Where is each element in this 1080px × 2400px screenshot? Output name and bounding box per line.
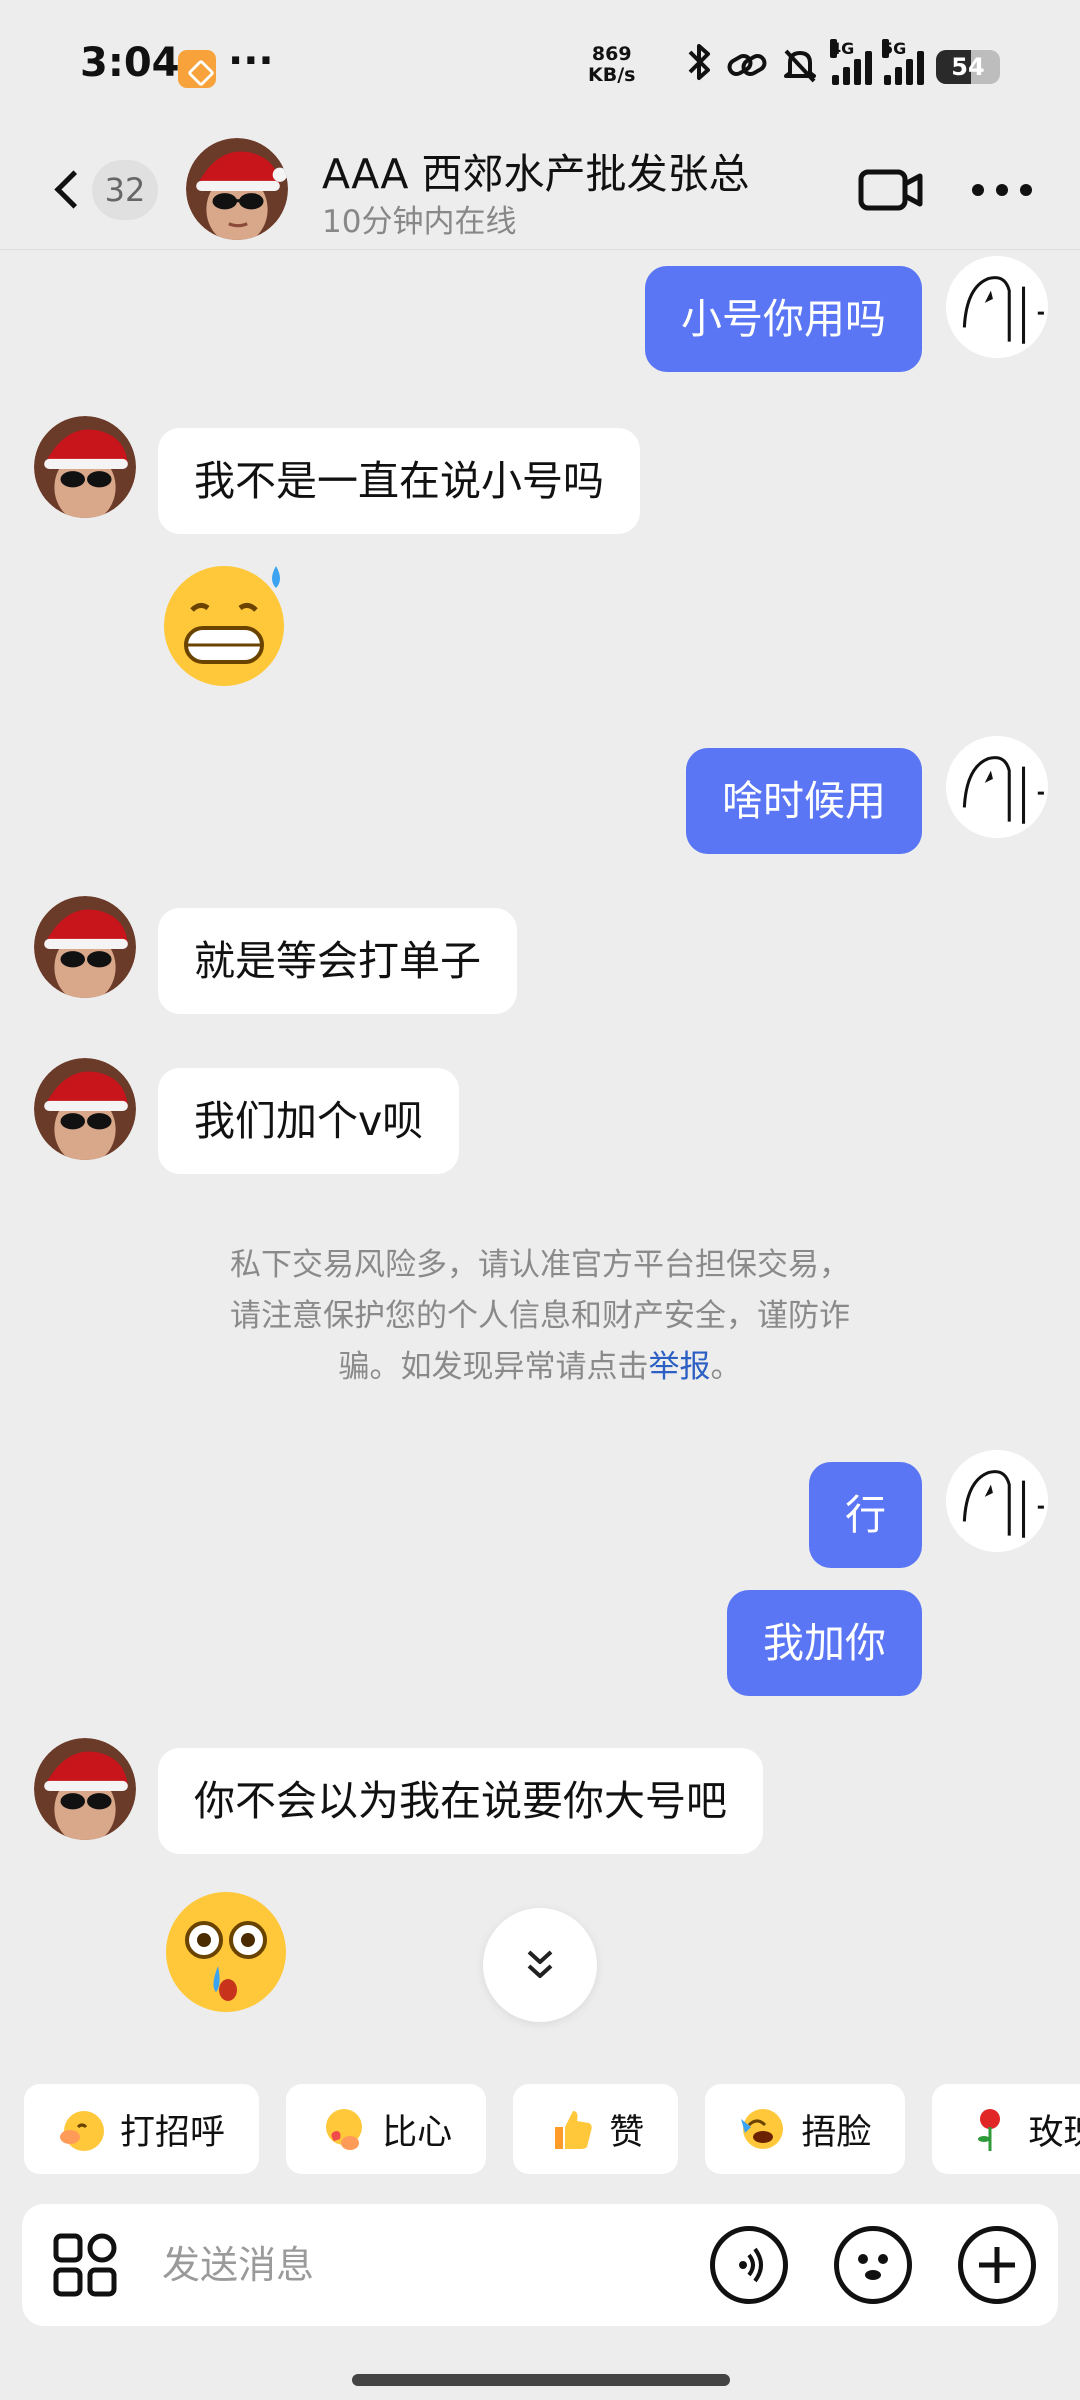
message-bubble-outgoing[interactable]: 我加你 [727,1590,922,1696]
more-options-icon[interactable] [970,170,1034,210]
finger-heart-emoji-icon [326,2109,363,2150]
double-chevron-down-icon [527,1950,553,1978]
my-avatar[interactable] [946,736,1048,838]
notice-text: 。 [710,1349,742,1385]
signal-4g-icon: 4G [830,38,872,85]
quick-reply-greet[interactable]: 打招呼 [24,2084,260,2174]
back-button[interactable] [50,160,90,220]
plus-button[interactable] [958,2226,1036,2304]
status-time: 3:04 [80,40,180,86]
quick-reply-heart[interactable]: 比心 [286,2084,487,2174]
quick-reply-label: 玫瑰 [1028,2112,1080,2153]
signal-5g-icon: 5G [882,38,924,85]
scroll-to-bottom-button[interactable] [483,1908,597,2022]
network-speed-unit: KB/s [588,64,636,86]
home-indicator[interactable] [352,2374,730,2386]
mute-icon [780,45,820,89]
status-icons: 4G 5G 54 [684,38,1000,91]
quick-reply-rose[interactable]: 玫瑰 [932,2084,1080,2174]
online-status: 10分钟内在线 [322,204,517,240]
contact-avatar[interactable] [34,1058,136,1160]
network-speed-value: 869 [591,43,632,65]
voice-icon [739,2247,763,2283]
video-call-icon[interactable] [858,164,924,216]
quick-reply-like[interactable]: 赞 [513,2084,679,2174]
my-avatar[interactable] [946,1450,1048,1552]
quick-reply-bar: 打招呼 比心 赞 捂脸 玫瑰 [24,2084,1080,2176]
notice-text: 骗。如发现异常请点击 [338,1349,649,1385]
emoji-button[interactable] [834,2226,912,2304]
link-icon [726,50,768,84]
voice-button[interactable] [710,2226,788,2304]
my-avatar[interactable] [946,256,1048,358]
emoji-face-icon [858,2254,888,2280]
message-bubble-outgoing[interactable]: 小号你用吗 [645,266,922,372]
message-bubble-incoming[interactable]: 你不会以为我在说要你大号吧 [158,1748,763,1854]
quick-reply-label: 赞 [609,2112,645,2153]
signal-5g-label: 5G [882,38,907,58]
safety-notice: 私下交易风险多，请认准官方平台担保交易， 请注意保护您的个人信息和财产安全，谨防… [190,1240,890,1393]
message-bubble-incoming[interactable]: 我不是一直在说小号吗 [158,428,640,534]
status-bar: 3:04 ··· 869 KB/s 4G 5G 54 [0,0,1080,130]
rose-icon [978,2109,1001,2151]
plus-icon [979,2247,1015,2283]
waving-emoji-icon [60,2111,104,2151]
quick-reply-label: 捂脸 [801,2112,872,2153]
message-bubble-incoming[interactable]: 就是等会打单子 [158,908,517,1014]
quick-reply-label: 打招呼 [120,2112,226,2153]
battery-icon: 54 [936,49,1000,84]
report-link[interactable]: 举报 [649,1349,711,1385]
battery-level: 54 [951,52,985,81]
contact-avatar[interactable] [34,1738,136,1840]
contact-avatar[interactable] [186,138,288,240]
message-bubble-outgoing[interactable]: 行 [809,1462,922,1568]
bluetooth-icon [684,42,714,91]
notice-line: 骗。如发现异常请点击举报。 [190,1342,890,1393]
unread-count-badge[interactable]: 32 [92,160,158,220]
facepalm-emoji-icon [741,2109,784,2149]
thumbs-up-icon [555,2111,592,2149]
message-bubble-outgoing[interactable]: 啥时候用 [686,748,922,854]
contact-name[interactable]: AAA 西郊水产批发张总 [322,140,749,200]
contact-avatar[interactable] [34,896,136,998]
apps-grid-icon[interactable] [52,2232,118,2298]
chat-header: 32 AAA 西郊水产批发张总 10分钟内在线 [0,130,1080,250]
more-notifications-icon: ··· [228,38,274,84]
flushed-nosebleed-emoji[interactable] [158,1882,294,2018]
message-input-bar [22,2204,1058,2326]
message-bubble-incoming[interactable]: 我们加个v呗 [158,1068,460,1174]
notice-line: 请注意保护您的个人信息和财产安全，谨防诈 [230,1298,850,1334]
quick-reply-facepalm[interactable]: 捂脸 [705,2084,906,2174]
contact-avatar[interactable] [34,416,136,518]
grimacing-sweat-emoji[interactable] [158,554,294,690]
app-notification-icon [178,50,216,88]
notice-line: 私下交易风险多，请认准官方平台担保交易， [230,1247,850,1283]
message-input[interactable] [162,2230,682,2300]
quick-reply-label: 比心 [382,2112,453,2153]
signal-4g-label: 4G [830,38,855,58]
network-speed: 869 KB/s [588,44,635,86]
